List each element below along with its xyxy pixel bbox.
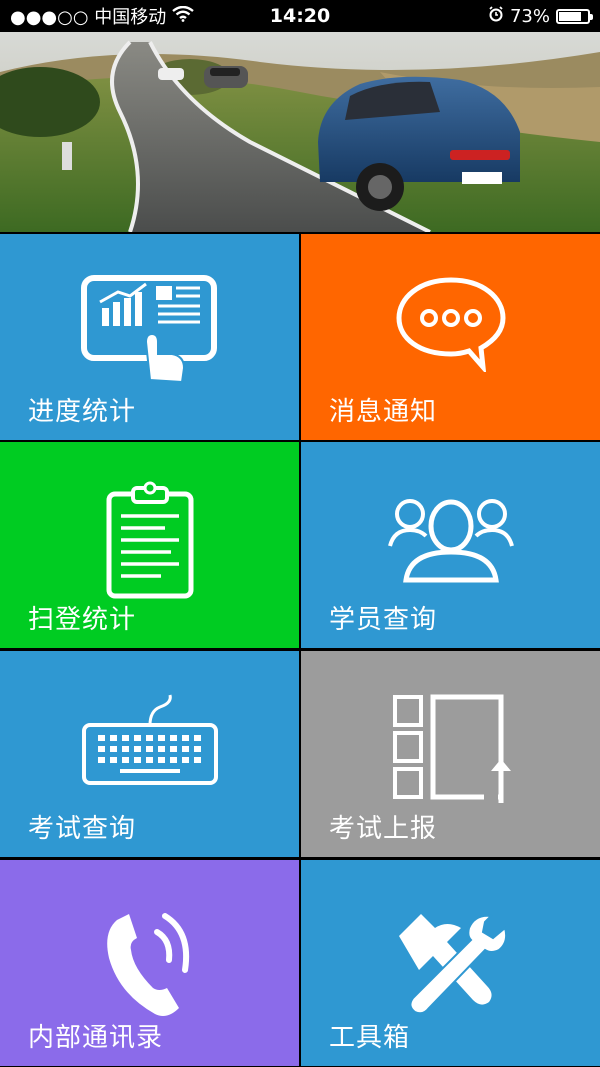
tablet-chart-icon: [80, 272, 220, 391]
tile-label: 进度统计: [28, 397, 137, 427]
carrier-signal: ●●●○○ 中国移动: [10, 7, 167, 28]
tile-label: 学员查询: [329, 605, 438, 635]
tile-label: 工具箱: [329, 1023, 411, 1053]
wifi-icon: [172, 5, 195, 27]
tile-label: 消息通知: [329, 397, 438, 427]
tile-label: 内部通讯录: [28, 1023, 164, 1053]
tile-exam-report[interactable]: 考试上报: [301, 651, 600, 857]
tile-notifications[interactable]: 消息通知: [301, 234, 600, 440]
upload-layout-icon: [391, 693, 511, 807]
clipboard-icon: [105, 480, 195, 604]
clock: 14:20: [269, 5, 331, 27]
alarm-icon: [488, 5, 504, 27]
tile-progress-stats[interactable]: 进度统计: [0, 234, 299, 440]
tile-exam-query[interactable]: 考试查询: [0, 651, 299, 857]
tile-label: 考试查询: [28, 814, 137, 844]
tile-scan-register-stats[interactable]: 扫登统计: [0, 442, 299, 648]
phone-icon: [95, 902, 205, 1026]
keyboard-icon: [80, 693, 220, 791]
battery-fill: [559, 11, 581, 21]
tile-label: 扫登统计: [28, 605, 137, 635]
tile-label: 考试上报: [329, 814, 438, 844]
tools-icon: [391, 906, 511, 1020]
battery-percent: 73%: [509, 5, 550, 27]
users-icon: [386, 488, 516, 588]
banner-image: [0, 32, 600, 232]
menu-grid: 进度统计 消息通知 扫登统计 学员查询 考试查询 考试上报 内部通讯录 工具箱: [0, 234, 600, 1067]
tile-toolbox[interactable]: 工具箱: [301, 860, 600, 1066]
chat-bubble-icon: [391, 272, 511, 376]
status-bar: ●●●○○ 中国移动 14:20 73%: [0, 0, 600, 32]
battery-icon: [556, 8, 593, 24]
tile-internal-directory[interactable]: 内部通讯录: [0, 860, 299, 1066]
tile-student-query[interactable]: 学员查询: [301, 442, 600, 648]
